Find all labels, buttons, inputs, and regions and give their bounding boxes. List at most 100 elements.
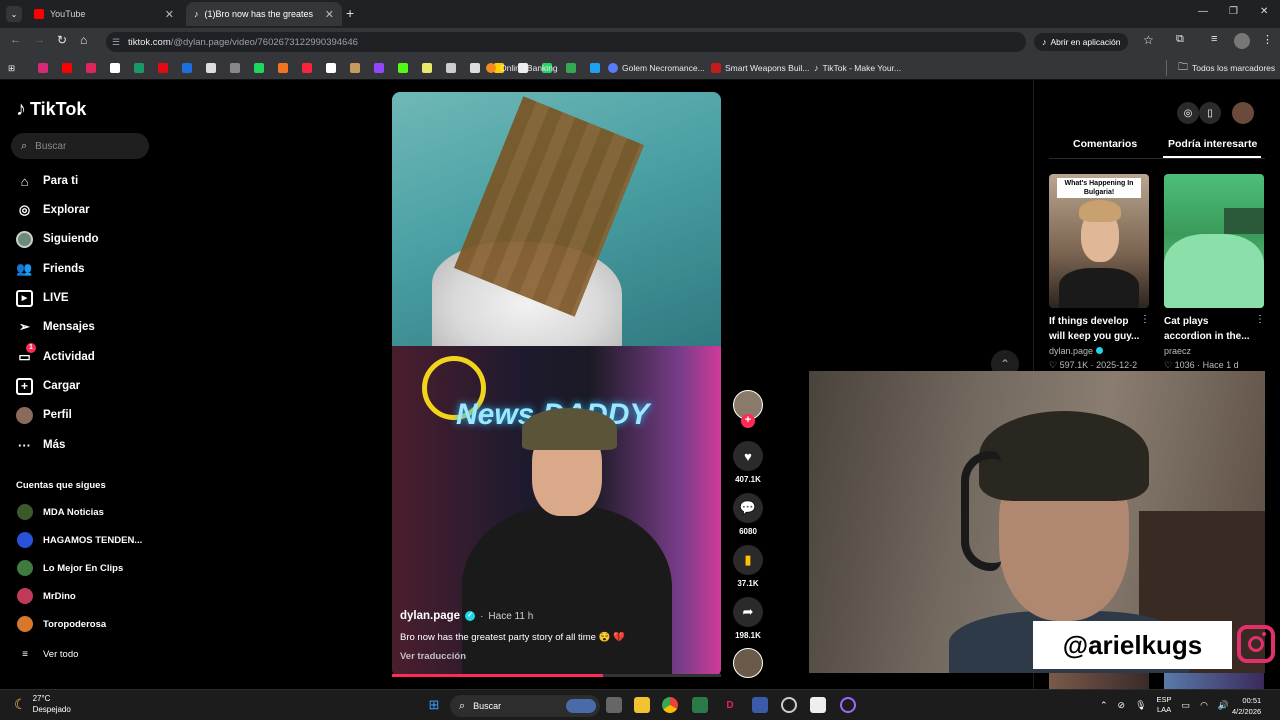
- tab-comentarios[interactable]: Comentarios: [1073, 138, 1137, 150]
- bookmark-icon[interactable]: [230, 63, 240, 73]
- device-icon[interactable]: ▯: [1199, 102, 1221, 124]
- spotify-bookmark-icon[interactable]: [254, 63, 264, 73]
- crunchyroll-bookmark-icon[interactable]: [278, 63, 288, 73]
- chevron-up-icon[interactable]: ⌃: [1100, 700, 1108, 711]
- task-view-icon[interactable]: [606, 697, 622, 713]
- netflix-bookmark-icon[interactable]: [158, 63, 168, 73]
- bookmark-golem[interactable]: Golem Necromance...: [608, 60, 705, 76]
- search-input[interactable]: ⌕ Buscar: [11, 133, 149, 159]
- recommended-author[interactable]: praecz: [1164, 346, 1191, 356]
- app-icon[interactable]: [692, 697, 708, 713]
- close-icon[interactable]: ✕: [325, 8, 334, 21]
- tab-tiktok[interactable]: ♪ (1)Bro now has the greatest pa ✕: [186, 2, 342, 26]
- taskbar-search[interactable]: ⌕ Buscar: [450, 695, 600, 717]
- recommended-author[interactable]: dylan.page: [1049, 346, 1103, 356]
- minimize-button[interactable]: —: [1198, 6, 1208, 17]
- close-window-button[interactable]: ✕: [1260, 6, 1268, 17]
- tab-search-button[interactable]: ⌄: [6, 6, 22, 22]
- tab-podria-interesarte[interactable]: Podría interesarte: [1168, 138, 1257, 150]
- nav-live[interactable]: ▶ LIVE: [16, 287, 69, 309]
- url-field[interactable]: ☰ tiktok.com/@dylan.page/video/760267312…: [106, 32, 1026, 52]
- app-icon[interactable]: [781, 697, 797, 713]
- volume-icon[interactable]: 🔊: [1218, 700, 1229, 711]
- following-account[interactable]: Toropoderosa: [17, 615, 106, 633]
- more-options-icon[interactable]: ⋮: [1255, 314, 1265, 325]
- bookmark-icon[interactable]: [422, 63, 432, 73]
- video-progress-bar[interactable]: [392, 674, 721, 677]
- bookmark-icon[interactable]: [182, 63, 192, 73]
- bookmark-icon[interactable]: [446, 63, 456, 73]
- back-icon[interactable]: ←: [10, 34, 21, 46]
- nav-mas[interactable]: ··· Más: [16, 434, 65, 456]
- sheets-bookmark-icon[interactable]: [566, 63, 576, 73]
- extensions-icon[interactable]: ⧉: [1176, 33, 1184, 46]
- bookmark-smart-weapons[interactable]: Smart Weapons Buil...: [711, 60, 809, 76]
- tiktok-logo[interactable]: ♪ TikTok: [16, 98, 86, 121]
- nav-cargar[interactable]: + Cargar: [16, 375, 80, 397]
- taskbar-clock[interactable]: 00:51 4/2/2026: [1232, 695, 1261, 717]
- bookmark-icon[interactable]: [206, 63, 216, 73]
- video-player[interactable]: News DADDY: [392, 92, 721, 677]
- twitch-bookmark-icon[interactable]: [374, 63, 384, 73]
- capcut-icon[interactable]: [810, 697, 826, 713]
- app-icon[interactable]: [752, 697, 768, 713]
- more-options-icon[interactable]: ⋮: [1140, 314, 1150, 325]
- site-info-icon[interactable]: ☰: [112, 37, 120, 48]
- restore-button[interactable]: ❐: [1229, 6, 1238, 17]
- forward-icon[interactable]: →: [34, 34, 45, 46]
- browser-menu-icon[interactable]: ⋮: [1262, 33, 1273, 46]
- windows-start-icon[interactable]: ⊞: [426, 697, 442, 713]
- recommended-thumbnail[interactable]: What's Happening In Bulgaria!: [1049, 174, 1149, 308]
- recommended-title[interactable]: Cat plays accordion in the...: [1164, 314, 1256, 344]
- wifi-icon[interactable]: ◠: [1200, 700, 1208, 711]
- x-bookmark-icon[interactable]: [110, 63, 120, 73]
- user-avatar[interactable]: [1232, 102, 1254, 124]
- new-tab-button[interactable]: +: [346, 5, 354, 21]
- reading-list-icon[interactable]: ≡: [1211, 33, 1217, 45]
- nav-siguiendo[interactable]: Siguiendo: [16, 228, 99, 250]
- apps-grid-icon[interactable]: ⊞: [8, 60, 15, 76]
- bookmark-online-banking[interactable]: Online Banking: [486, 60, 558, 76]
- nav-explorar[interactable]: ◎ Explorar: [16, 199, 90, 221]
- language-indicator[interactable]: ESP LAA: [1157, 695, 1172, 715]
- bookmark-star-icon[interactable]: ☆: [1143, 33, 1154, 47]
- instagram-bookmark-icon[interactable]: [38, 63, 48, 73]
- music-disc-icon[interactable]: [733, 648, 763, 678]
- share-action[interactable]: ➦ 198.1K: [733, 597, 763, 640]
- recommended-title[interactable]: If things develop will keep you guy...: [1049, 314, 1141, 344]
- share-icon[interactable]: ➦: [733, 597, 763, 627]
- follow-plus-button[interactable]: +: [741, 414, 755, 428]
- bookmark-tiktok[interactable]: ♪ TikTok - Make Your...: [814, 60, 901, 76]
- all-bookmarks[interactable]: 🗀 Todos los marcadores: [1178, 60, 1275, 76]
- home-button-icon[interactable]: ⌂: [80, 33, 87, 47]
- bookmark-icon[interactable]: ▮: [733, 545, 763, 575]
- open-in-app-button[interactable]: ♪ Abrir en aplicación: [1034, 33, 1129, 51]
- translate-link[interactable]: Ver traducción: [400, 651, 710, 662]
- tab-youtube[interactable]: YouTube ✕: [26, 2, 182, 26]
- app-icon[interactable]: D: [722, 697, 738, 713]
- weather-widget[interactable]: ☾ 27°C Despejado: [14, 693, 71, 715]
- kick-bookmark-icon[interactable]: [398, 63, 408, 73]
- close-icon[interactable]: ✕: [165, 8, 174, 21]
- network-icon[interactable]: ⊘: [1118, 700, 1126, 711]
- bookmark-icon[interactable]: [134, 63, 144, 73]
- bookmark-icon[interactable]: [86, 63, 96, 73]
- youtube-bookmark-icon[interactable]: [62, 63, 72, 73]
- bookmark-icon[interactable]: [350, 63, 360, 73]
- tiktok-bookmark-icon[interactable]: [326, 63, 336, 73]
- nav-perfil[interactable]: Perfil: [16, 404, 72, 426]
- like-action[interactable]: ♥ 407.1K: [733, 441, 763, 484]
- video-author[interactable]: dylan.page: [400, 610, 460, 622]
- mic-icon[interactable]: 🎙: [1135, 700, 1146, 711]
- heart-icon[interactable]: ♥: [733, 441, 763, 471]
- comment-action[interactable]: 💬 6080: [733, 493, 763, 536]
- following-account[interactable]: HAGAMOS TENDEN...: [17, 531, 142, 549]
- save-action[interactable]: ▮ 37.1K: [733, 545, 763, 588]
- nav-para-ti[interactable]: ⌂ Para ti: [16, 170, 79, 192]
- nav-actividad[interactable]: ▭ 1 Actividad: [16, 342, 95, 368]
- display-icon[interactable]: ▭: [1182, 700, 1191, 711]
- profile-avatar-icon[interactable]: [1234, 33, 1250, 49]
- following-account[interactable]: MrDino: [17, 587, 76, 605]
- file-explorer-icon[interactable]: [634, 697, 650, 713]
- chrome-icon[interactable]: [662, 697, 678, 713]
